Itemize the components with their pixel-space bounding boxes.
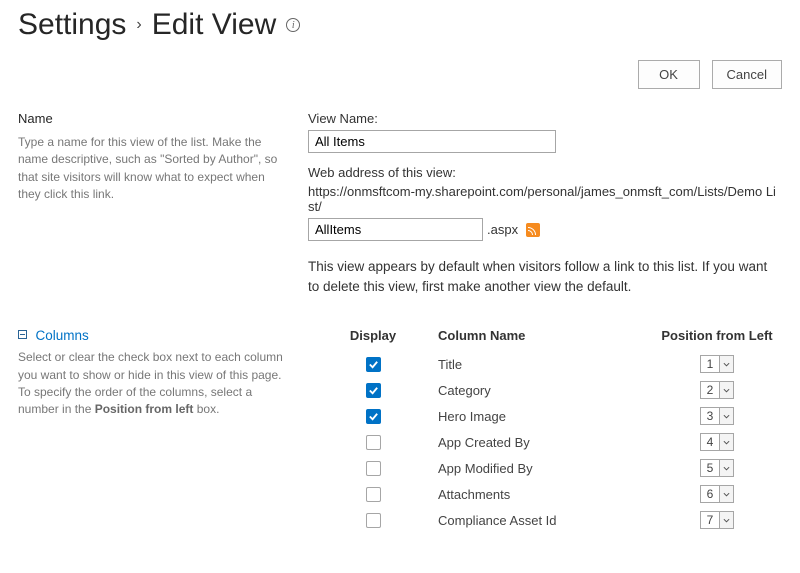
breadcrumb-separator: › [136, 16, 141, 34]
columns-header-name: Column Name [438, 328, 652, 343]
breadcrumb-root[interactable]: Settings [18, 8, 126, 42]
view-name-input[interactable] [308, 130, 556, 153]
display-checkbox[interactable] [366, 513, 381, 528]
columns-header-position: Position from Left [652, 328, 782, 343]
chevron-down-icon [719, 408, 733, 424]
cancel-button[interactable]: Cancel [712, 60, 782, 89]
page-title: Settings › Edit View i [18, 8, 782, 42]
column-name-cell: Title [438, 357, 652, 372]
name-section: Name Type a name for this view of the li… [18, 111, 782, 296]
column-name-cell: Compliance Asset Id [438, 513, 652, 528]
ok-button[interactable]: OK [638, 60, 700, 89]
collapse-icon[interactable] [18, 330, 27, 339]
display-checkbox[interactable] [366, 357, 381, 372]
position-select[interactable]: 7 [700, 511, 735, 529]
position-select[interactable]: 3 [700, 407, 735, 425]
default-view-note: This view appears by default when visito… [308, 257, 782, 296]
position-select[interactable]: 2 [700, 381, 735, 399]
table-row: Compliance Asset Id 7 [308, 507, 782, 533]
chevron-down-icon [719, 434, 733, 450]
columns-section-heading[interactable]: Columns [35, 328, 88, 343]
table-row: Hero Image 3 [308, 403, 782, 429]
table-row: App Created By 4 [308, 429, 782, 455]
table-row: Category 2 [308, 377, 782, 403]
columns-table: Display Column Name Position from Left T… [308, 328, 782, 533]
web-address-label: Web address of this view: [308, 165, 782, 180]
breadcrumb-current: Edit View [152, 8, 277, 42]
rss-icon[interactable] [526, 223, 540, 237]
columns-section: Columns Select or clear the check box ne… [18, 328, 782, 533]
name-section-heading: Name [18, 111, 288, 126]
info-icon[interactable]: i [286, 18, 300, 32]
column-name-cell: App Modified By [438, 461, 652, 476]
chevron-down-icon [719, 460, 733, 476]
display-checkbox[interactable] [366, 487, 381, 502]
web-address-base: https://onmsftcom-my.sharepoint.com/pers… [308, 184, 782, 214]
url-suffix: .aspx [487, 222, 518, 237]
url-slug-input[interactable] [308, 218, 483, 241]
display-checkbox[interactable] [366, 461, 381, 476]
position-select[interactable]: 1 [700, 355, 735, 373]
view-name-label: View Name: [308, 111, 782, 126]
position-select[interactable]: 5 [700, 459, 735, 477]
name-help-text: Type a name for this view of the list. M… [18, 134, 288, 204]
chevron-down-icon [719, 356, 733, 372]
action-button-row: OK Cancel [18, 60, 782, 89]
column-name-cell: Category [438, 383, 652, 398]
chevron-down-icon [719, 382, 733, 398]
display-checkbox[interactable] [366, 383, 381, 398]
table-row: Attachments 6 [308, 481, 782, 507]
columns-header-display: Display [308, 328, 438, 343]
columns-help-text: Select or clear the check box next to ea… [18, 349, 288, 419]
display-checkbox[interactable] [366, 409, 381, 424]
chevron-down-icon [719, 486, 733, 502]
column-name-cell: Attachments [438, 487, 652, 502]
position-select[interactable]: 4 [700, 433, 735, 451]
display-checkbox[interactable] [366, 435, 381, 450]
chevron-down-icon [719, 512, 733, 528]
column-name-cell: Hero Image [438, 409, 652, 424]
position-select[interactable]: 6 [700, 485, 735, 503]
table-row: Title 1 [308, 351, 782, 377]
table-row: App Modified By 5 [308, 455, 782, 481]
column-name-cell: App Created By [438, 435, 652, 450]
